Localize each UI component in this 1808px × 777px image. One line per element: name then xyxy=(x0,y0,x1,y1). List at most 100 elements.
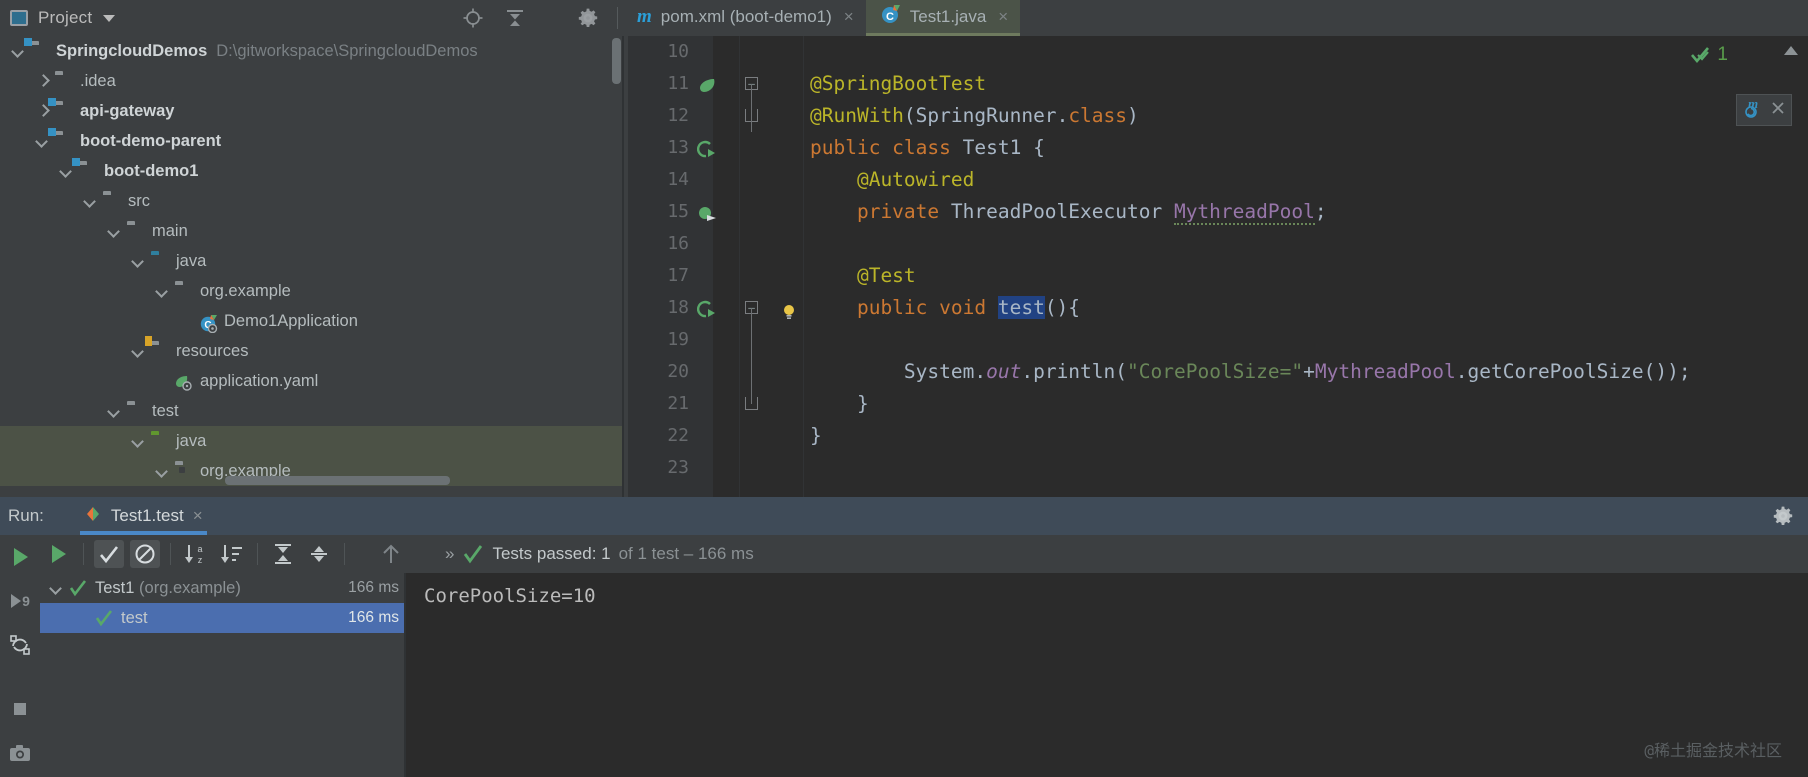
toolbar-divider xyxy=(344,543,345,565)
project-icon xyxy=(10,10,28,26)
code-line-18[interactable]: 18– public void test(){ xyxy=(625,292,1808,324)
code-token: @Autowired xyxy=(810,168,975,191)
chevron-down-icon[interactable] xyxy=(50,582,63,595)
project-panel-header[interactable]: Project xyxy=(0,0,623,36)
code-token: private xyxy=(810,200,951,223)
code-line-12[interactable]: 12 @RunWith(SpringRunner.class) xyxy=(625,100,1808,132)
tree-item-java[interactable]: java xyxy=(0,426,623,456)
bean-icon[interactable] xyxy=(697,202,717,222)
close-icon[interactable]: × xyxy=(844,7,854,27)
tree-item-src[interactable]: src xyxy=(0,186,623,216)
rerun-icon[interactable] xyxy=(43,540,73,568)
chevron-down-icon[interactable] xyxy=(156,465,169,478)
tree-vertical-scrollbar[interactable] xyxy=(612,38,621,84)
next-occurrence-icon[interactable]: » xyxy=(445,544,454,564)
test-row-test[interactable]: test 166 ms xyxy=(40,603,405,633)
code-line-11[interactable]: 11–@SpringBootTest xyxy=(625,68,1808,100)
code-line-23[interactable]: 23 xyxy=(625,452,1808,484)
collapse-all-icon[interactable] xyxy=(504,7,526,29)
editor-tab-test1-java[interactable]: C Test1.java × xyxy=(865,0,1021,36)
gear-icon[interactable] xyxy=(1772,505,1794,527)
close-icon[interactable]: × xyxy=(998,7,1008,27)
code-text: @Test xyxy=(810,260,916,292)
show-passed-icon[interactable] xyxy=(94,540,124,568)
stop-icon[interactable] xyxy=(8,697,32,721)
gear-icon[interactable] xyxy=(577,7,599,29)
run-test-icon[interactable] xyxy=(697,138,717,158)
chevron-down-icon[interactable] xyxy=(156,285,169,298)
project-tree[interactable]: SpringcloudDemos D:\gitworkspace\Springcl… xyxy=(0,36,623,497)
tree-item-boot-demo1[interactable]: boot-demo1 xyxy=(0,156,623,186)
tree-item-org-example[interactable]: org.example xyxy=(0,276,623,306)
tree-item-application-yaml[interactable]: application.yaml xyxy=(0,366,623,396)
screenshot-icon[interactable] xyxy=(8,741,32,765)
chevron-right-icon[interactable] xyxy=(36,75,49,88)
collapse-all-icon[interactable] xyxy=(304,540,334,568)
sort-by-duration-icon[interactable] xyxy=(217,540,247,568)
code-line-20[interactable]: 20 System.out.println("CorePoolSize="+My… xyxy=(625,356,1808,388)
test-passed-icon xyxy=(95,609,113,627)
chevron-down-icon[interactable] xyxy=(132,435,145,448)
code-line-16[interactable]: 16 xyxy=(625,228,1808,260)
maven-notification-popup[interactable]: m xyxy=(1736,94,1792,126)
close-icon[interactable]: × xyxy=(193,506,203,526)
panel-splitter[interactable] xyxy=(622,36,624,497)
rerun-auto-icon[interactable] xyxy=(8,633,32,657)
previous-failed-icon[interactable] xyxy=(376,540,406,568)
chevron-down-icon[interactable] xyxy=(84,195,97,208)
hide-ignored-icon[interactable] xyxy=(130,540,160,568)
code-editor[interactable]: 10 11–@SpringBootTest 12 @RunWith(SpringRun… xyxy=(625,36,1808,497)
tree-item-springclouddemos[interactable]: SpringcloudDemos D:\gitworkspace\Springcl… xyxy=(0,36,623,66)
tree-item-main[interactable]: main xyxy=(0,216,623,246)
code-line-17[interactable]: 17 @Test xyxy=(625,260,1808,292)
tree-item-java[interactable]: java xyxy=(0,246,623,276)
tree-item-boot-demo-parent[interactable]: boot-demo-parent xyxy=(0,126,623,156)
run-tab-test1-test[interactable]: Test1.test × xyxy=(79,497,207,535)
run-icon[interactable] xyxy=(8,545,32,569)
code-line-15[interactable]: 15 private ThreadPoolExecutor MythreadPo… xyxy=(625,196,1808,228)
intention-bulb-icon[interactable] xyxy=(780,299,798,319)
code-line-10[interactable]: 10 xyxy=(625,36,1808,68)
tree-horizontal-scrollbar[interactable] xyxy=(225,476,450,485)
run-tab-label: Test1.test xyxy=(110,506,184,525)
chevron-down-icon[interactable] xyxy=(132,255,145,268)
tree-item--idea[interactable]: .idea xyxy=(0,66,623,96)
run-panel: Run: Test1.test × 9 a z » Tests passed: … xyxy=(0,497,1808,777)
line-number: 15 xyxy=(667,201,689,222)
expand-all-icon[interactable] xyxy=(268,540,298,568)
chevron-right-icon[interactable] xyxy=(36,105,49,118)
close-icon[interactable] xyxy=(1770,100,1786,121)
test-row-test1[interactable]: Test1 (org.example) 166 ms xyxy=(40,573,405,603)
run-test-icon[interactable] xyxy=(697,298,717,318)
locate-icon[interactable] xyxy=(462,7,484,29)
code-line-14[interactable]: 14 @Autowired xyxy=(625,164,1808,196)
chevron-down-icon[interactable] xyxy=(60,165,73,178)
chevron-down-icon[interactable] xyxy=(103,14,116,22)
editor-tab-pom-xml[interactable]: m pom.xml (boot-demo1) × xyxy=(623,0,866,36)
tree-item-test[interactable]: test xyxy=(0,396,623,426)
chevron-down-icon[interactable] xyxy=(12,45,25,58)
test-name: Test1 (org.example) xyxy=(95,578,241,597)
rerun-failed-icon[interactable]: 9 xyxy=(8,589,32,613)
chevron-down-icon[interactable] xyxy=(108,225,121,238)
test-results-tree[interactable]: Test1 (org.example) 166 ms test 166 ms xyxy=(40,573,405,777)
chevron-down-icon[interactable] xyxy=(36,135,49,148)
tree-item-demo1application[interactable]: C Demo1Application xyxy=(0,306,623,336)
project-toolbar xyxy=(462,0,526,36)
scroll-to-top-icon[interactable] xyxy=(1784,46,1798,55)
code-token: + xyxy=(1303,360,1315,383)
tree-item-resources[interactable]: resources xyxy=(0,335,623,366)
chevron-down-icon[interactable] xyxy=(132,345,145,358)
code-line-22[interactable]: 22} xyxy=(625,420,1808,452)
tree-item-api-gateway[interactable]: api-gateway xyxy=(0,96,623,126)
editor-tab-bar: m pom.xml (boot-demo1) × C Test1.java × xyxy=(623,0,1021,36)
sort-alphabetically-icon[interactable]: az xyxy=(181,540,211,568)
inspection-status-badge[interactable]: 1 xyxy=(1689,44,1728,66)
console-output[interactable]: CorePoolSize=10 @稀土掘金技术社区 xyxy=(406,573,1808,777)
code-token: public void xyxy=(810,296,998,319)
spring-leaf-icon[interactable] xyxy=(697,74,717,94)
code-line-19[interactable]: 19 xyxy=(625,324,1808,356)
code-line-21[interactable]: 21 } xyxy=(625,388,1808,420)
chevron-down-icon[interactable] xyxy=(108,405,121,418)
code-line-13[interactable]: 13 public class Test1 { xyxy=(625,132,1808,164)
